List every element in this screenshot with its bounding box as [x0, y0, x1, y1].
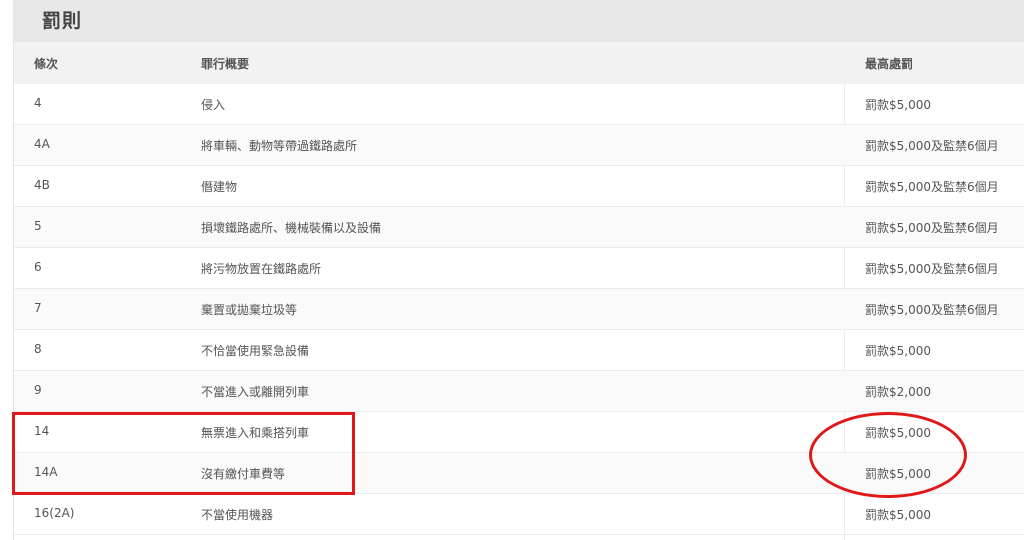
cell-penalty: 罰款$5,000及監禁6個月	[865, 139, 999, 153]
cell-summary: 不恰當使用緊急設備	[201, 344, 310, 358]
cell-article: 14	[34, 424, 50, 438]
cell-summary: 不當進入或離開列車	[201, 385, 310, 399]
cell-summary: 損壞鐵路處所、機械裝備以及設備	[201, 221, 382, 235]
table-row: 7 棄置或拋棄垃圾等 罰款$5,000及監禁6個月	[14, 289, 1024, 330]
penalties-panel: 罰則 條次 罪行概要 最高處罰 4 侵入 罰款$5,000 4A 將車輛、動物等…	[13, 0, 1024, 540]
section-title: 罰則	[42, 10, 83, 32]
cell-penalty: 罰款$5,000及監禁6個月	[865, 262, 999, 276]
cell-article: 4	[34, 96, 42, 110]
table-body: 4 侵入 罰款$5,000 4A 將車輛、動物等帶過鐵路處所 罰款$5,000及…	[14, 84, 1024, 535]
cell-summary: 無票進入和乘搭列車	[201, 426, 310, 440]
cell-article: 4B	[34, 178, 50, 192]
table-row: 8 不恰當使用緊急設備 罰款$5,000	[14, 330, 1024, 371]
cell-summary: 不當使用機器	[201, 508, 274, 522]
table-row: 4 侵入 罰款$5,000	[14, 84, 1024, 125]
cell-article: 7	[34, 301, 42, 315]
cell-penalty: 罰款$5,000	[865, 344, 931, 358]
cell-summary: 將污物放置在鐵路處所	[201, 262, 322, 276]
cell-summary: 僭建物	[201, 180, 238, 194]
cell-article: 6	[34, 260, 42, 274]
cell-article: 14A	[34, 465, 58, 479]
cell-penalty: 罰款$5,000	[865, 426, 931, 440]
panel-heading: 罰則	[14, 0, 1024, 42]
cell-penalty: 罰款$5,000	[865, 467, 931, 481]
cell-penalty: 罰款$5,000及監禁6個月	[865, 303, 999, 317]
cell-penalty: 罰款$2,000	[865, 385, 931, 399]
cell-article: 5	[34, 219, 42, 233]
table-header: 條次 罪行概要 最高處罰	[14, 42, 1024, 84]
cell-summary: 沒有繳付車費等	[201, 467, 286, 481]
cell-article: 4A	[34, 137, 50, 151]
table-row: 6 將污物放置在鐵路處所 罰款$5,000及監禁6個月	[14, 248, 1024, 289]
table-row: 16(2A) 不當使用機器 罰款$5,000	[14, 494, 1024, 535]
cell-summary: 棄置或拋棄垃圾等	[201, 303, 298, 317]
cell-summary: 將車輛、動物等帶過鐵路處所	[201, 139, 358, 153]
cell-article: 8	[34, 342, 42, 356]
table-row: 4B 僭建物 罰款$5,000及監禁6個月	[14, 166, 1024, 207]
cell-article: 9	[34, 383, 42, 397]
table-row: 5 損壞鐵路處所、機械裝備以及設備 罰款$5,000及監禁6個月	[14, 207, 1024, 248]
cell-penalty: 罰款$5,000及監禁6個月	[865, 180, 999, 194]
cell-penalty: 罰款$5,000	[865, 508, 931, 522]
table-row: 9 不當進入或離開列車 罰款$2,000	[14, 371, 1024, 412]
cell-article: 16(2A)	[34, 506, 75, 520]
header-article: 條次	[34, 57, 59, 71]
table-row: 14A 沒有繳付車費等 罰款$5,000	[14, 453, 1024, 494]
header-summary: 罪行概要	[201, 57, 250, 71]
cell-summary: 侵入	[201, 98, 226, 112]
cell-penalty: 罰款$5,000及監禁6個月	[865, 221, 999, 235]
table-row: 14 無票進入和乘搭列車 罰款$5,000	[14, 412, 1024, 453]
cell-penalty: 罰款$5,000	[865, 98, 931, 112]
table-row: 4A 將車輛、動物等帶過鐵路處所 罰款$5,000及監禁6個月	[14, 125, 1024, 166]
header-penalty: 最高處罰	[865, 57, 914, 71]
